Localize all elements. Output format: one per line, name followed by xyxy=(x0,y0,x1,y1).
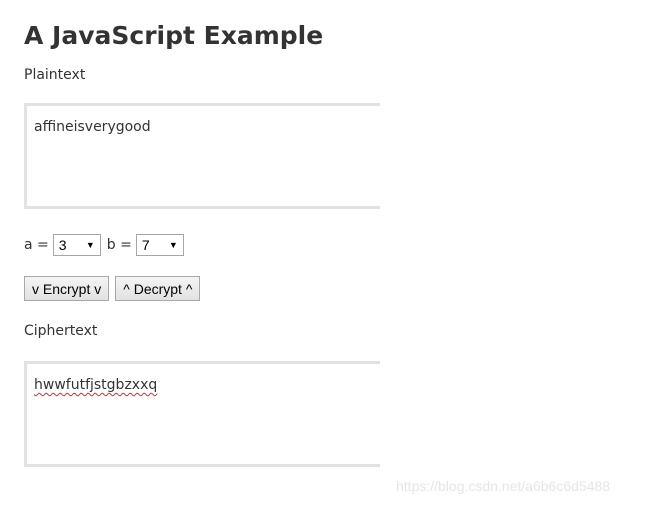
a-label: a = xyxy=(24,237,49,253)
action-buttons: v Encrypt v ^ Decrypt ^ xyxy=(24,276,201,301)
a-select-value: 3 xyxy=(58,237,67,253)
plaintext-textarea[interactable]: affineisverygood xyxy=(24,103,380,209)
decrypt-button[interactable]: ^ Decrypt ^ xyxy=(115,276,201,301)
page-title: A JavaScript Example xyxy=(24,21,324,50)
triangle-down-icon: ▼ xyxy=(168,240,178,250)
ciphertext-textarea[interactable]: hwwfutfjstgbzxxq xyxy=(24,361,380,467)
b-select[interactable]: 7 ▼ xyxy=(135,234,184,256)
ciphertext-value: hwwfutfjstgbzxxq xyxy=(34,377,158,393)
a-select[interactable]: 3 ▼ xyxy=(52,234,101,256)
b-select-value: 7 xyxy=(141,237,150,253)
plaintext-label: Plaintext xyxy=(24,67,86,83)
params-row: a = 3 ▼ b = 7 ▼ xyxy=(24,233,190,257)
encrypt-button[interactable]: v Encrypt v xyxy=(24,276,110,301)
ciphertext-label: Ciphertext xyxy=(24,323,98,339)
plaintext-value: affineisverygood xyxy=(34,119,151,135)
b-label: b = xyxy=(106,237,132,253)
watermark: https://blog.csdn.net/a6b6c6d5488 xyxy=(396,478,611,494)
triangle-down-icon: ▼ xyxy=(85,240,95,250)
